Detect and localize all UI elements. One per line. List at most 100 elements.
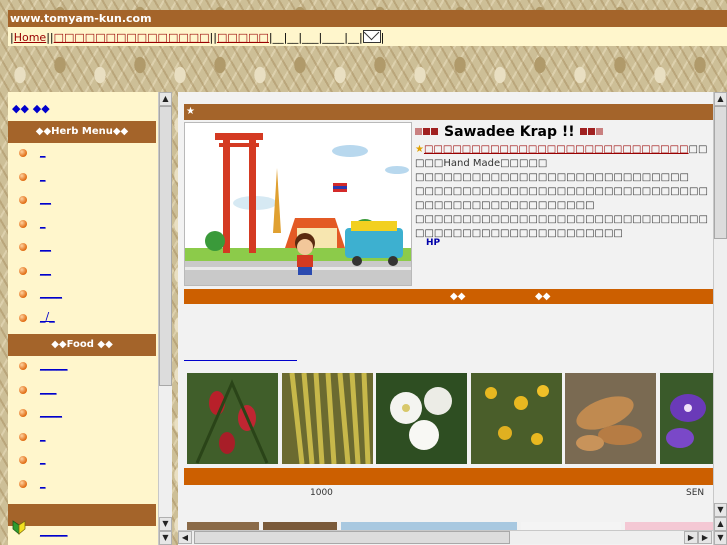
herb-photo-ginger[interactable]	[565, 373, 656, 464]
herb-photo-butterfly-pea[interactable]	[660, 373, 713, 464]
bullet-dot-icon	[19, 172, 27, 181]
food-link[interactable]: _	[40, 452, 46, 465]
bullet-dot-icon	[19, 196, 27, 204]
food-link[interactable]: _____	[40, 358, 68, 371]
welcome-line: □□□□□□□□□□□□□□□□□□□□□□□□□□□□□	[415, 172, 689, 183]
sidebar-top-link[interactable]: ◆◆ ◆◆	[8, 92, 156, 120]
herb-link[interactable]: __	[40, 192, 51, 205]
herb-item[interactable]: __	[8, 262, 156, 286]
herb-photo-roots[interactable]	[282, 373, 373, 464]
scroll-thumb[interactable]	[714, 106, 727, 239]
food-link[interactable]: ___	[40, 382, 57, 395]
scroll-down-button[interactable]: ▼	[159, 517, 172, 531]
beginner-leaf-icon	[12, 520, 26, 535]
herb-item[interactable]: __	[8, 238, 156, 262]
sidebar-bottom-link[interactable]: _____	[40, 524, 68, 537]
herb-link[interactable]: _	[40, 216, 46, 229]
nav-item-2[interactable]: □□□□□□□□□□□□□□□	[54, 31, 210, 44]
nav-separator: |	[380, 31, 385, 44]
herb-link[interactable]: _	[40, 145, 46, 158]
nav-links-tail[interactable]: |__|__|___|____|__|	[269, 31, 363, 44]
herb-photo-yellow-flowers[interactable]	[471, 373, 562, 464]
bullet-dot-icon	[19, 385, 27, 394]
square-decor	[587, 128, 595, 135]
bullet-dot-icon	[19, 149, 27, 157]
food-item[interactable]: _	[8, 451, 156, 475]
herb-menu-header: ◆◆Herb Menu◆◆	[8, 121, 156, 143]
food-item[interactable]: ___	[8, 381, 156, 405]
scroll-down-button-2[interactable]: ▼	[714, 531, 727, 545]
left-frame: ◆◆ ◆◆ ◆◆Herb Menu◆◆ _ _ __ _ __ __ ____ _/_ ◆◆F…	[8, 92, 172, 545]
herb-link[interactable]: _/_	[40, 310, 55, 323]
bullet-dot-icon	[19, 243, 27, 251]
hp-link[interactable]: HP	[426, 238, 440, 248]
section-header-bar: ◆◆ ◆◆	[184, 289, 713, 304]
nav-separator: ||	[209, 31, 217, 44]
scroll-right-button-2[interactable]: ▶	[698, 531, 712, 544]
food-item[interactable]: ____	[8, 404, 156, 428]
square-decor	[595, 128, 603, 135]
square-decor	[579, 128, 587, 135]
scroll-right-button[interactable]: ▶	[684, 531, 698, 544]
herb-link[interactable]: ____	[40, 286, 62, 299]
horizontal-scroll-thumb[interactable]	[194, 531, 510, 544]
sidebar-empty-header	[8, 504, 156, 526]
star-icon: ★	[415, 144, 424, 155]
welcome-title: Sawadee Krap !!	[415, 124, 604, 140]
welcome-text: ★□□□□□□□□□□□□□□□□□□□□□□□□□□□□□□□□□Hand M…	[415, 143, 715, 241]
food-item[interactable]: _	[8, 428, 156, 452]
herb-item[interactable]: _/_	[8, 309, 156, 333]
bullet-dot-icon	[19, 313, 27, 322]
food-item[interactable]: _	[8, 475, 156, 499]
main-vertical-scrollbar[interactable]: ▲ ▼ ▲ ▼	[713, 92, 727, 545]
herb-item[interactable]: ____	[8, 285, 156, 309]
caption-left: 1000	[310, 488, 333, 498]
bullet-dot-icon	[19, 432, 27, 441]
food-item[interactable]: _____	[8, 357, 156, 381]
main-horizontal-scrollbar[interactable]: ◀ ▶ ▶	[178, 530, 713, 544]
herb-item[interactable]: __	[8, 191, 156, 215]
star-header-bar: ★	[184, 104, 713, 120]
site-url-bar: www.tomyam-kun.com	[8, 10, 727, 27]
welcome-line: □□□□□□□□□□□□□□□□□□□□□□□□□□□□□□□□□□□□□□□□…	[415, 186, 708, 211]
nav-home-link[interactable]: Home	[14, 31, 46, 44]
caption-right: SEN	[686, 488, 705, 498]
food-link[interactable]: ____	[40, 405, 62, 418]
scroll-left-button[interactable]: ◀	[178, 531, 192, 544]
scroll-thumb[interactable]	[159, 106, 172, 386]
bangkok-illustration	[184, 122, 412, 286]
sidebar-menu: ◆◆ ◆◆ ◆◆Herb Menu◆◆ _ _ __ _ __ __ ____ _/_ ◆◆F…	[8, 92, 156, 527]
bullet-dot-icon	[19, 479, 27, 488]
herb-link[interactable]: __	[40, 239, 51, 252]
bullet-dot-icon	[19, 409, 27, 417]
bullet-dot-icon	[19, 290, 27, 298]
scroll-down-button[interactable]: ▼	[714, 503, 727, 517]
herb-photo-white-flowers[interactable]	[376, 373, 467, 464]
herb-link[interactable]: __	[40, 263, 51, 276]
caption-bar	[184, 468, 713, 485]
nav-separator: ||	[46, 31, 54, 44]
left-vertical-scrollbar[interactable]: ▲ ▼ ▼	[158, 92, 172, 545]
top-navigation: |Home||□□□□□□□□□□□□□□□||□□□□□|__|__|___|…	[8, 27, 727, 46]
herb-item[interactable]: _	[8, 144, 156, 168]
food-link[interactable]: _	[40, 429, 46, 442]
bullet-dot-icon	[19, 456, 27, 464]
herb-item[interactable]: _	[8, 215, 156, 239]
scroll-up-button[interactable]: ▲	[159, 92, 172, 106]
blank-link-underline[interactable]	[184, 360, 297, 361]
site-url: www.tomyam-kun.com	[10, 12, 152, 25]
herb-item[interactable]: _	[8, 168, 156, 192]
food-link[interactable]: _	[40, 476, 46, 489]
herb-link[interactable]: _	[40, 169, 46, 182]
food-menu-header: ◆◆Food ◆◆	[8, 334, 156, 356]
bullet-dot-icon	[19, 219, 27, 228]
scroll-up-button-2[interactable]: ▲	[714, 517, 727, 531]
welcome-red-link[interactable]: □□□□□□□□□□□□□□□□□□□□□□□□□□□□	[424, 144, 689, 155]
scroll-up-button[interactable]: ▲	[714, 92, 727, 106]
scroll-down-button-2[interactable]: ▼	[159, 531, 172, 545]
bullet-dot-icon	[19, 362, 27, 370]
herb-photo-red-flowers[interactable]	[187, 373, 278, 464]
mail-icon[interactable]	[362, 30, 381, 43]
nav-item-3[interactable]: □□□□□	[217, 31, 269, 44]
bullet-dot-icon	[19, 266, 27, 275]
